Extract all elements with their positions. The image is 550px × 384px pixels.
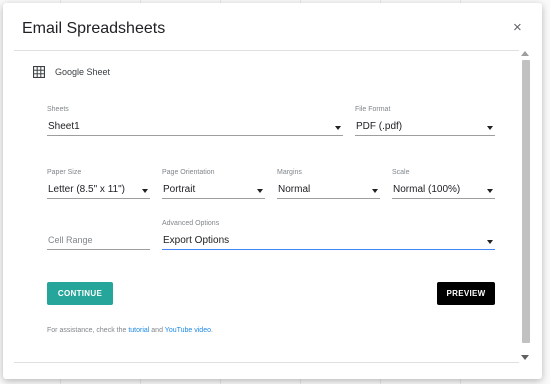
- page-orientation-field: Page Orientation Portrait: [162, 169, 265, 199]
- page-orientation-value: Portrait: [163, 184, 196, 195]
- dropdown-arrow-icon: [257, 189, 263, 193]
- scale-label: Scale: [392, 169, 410, 176]
- dialog-title: Email Spreadsheets: [22, 20, 166, 37]
- preview-button[interactable]: PREVIEW: [437, 282, 495, 305]
- dropdown-arrow-icon: [335, 126, 341, 130]
- file-format-field: File Format PDF (.pdf): [355, 106, 495, 136]
- margins-label: Margins: [277, 169, 302, 176]
- dropdown-arrow-icon: [487, 126, 493, 130]
- advanced-options-field: Advanced Options Export Options: [162, 220, 495, 250]
- paper-size-select[interactable]: Letter (8.5" x 11"): [47, 179, 150, 199]
- sheets-select[interactable]: Sheet1: [47, 116, 343, 136]
- dialog-content: Google Sheet Sheets Sheet1 File Format P…: [14, 50, 519, 363]
- paper-size-field: Paper Size Letter (8.5" x 11"): [47, 169, 150, 199]
- dropdown-arrow-icon: [487, 240, 493, 244]
- continue-button[interactable]: CONTINUE: [47, 282, 113, 305]
- help-prefix: For assistance, check the: [47, 327, 129, 334]
- scale-field: Scale Normal (100%): [392, 169, 495, 199]
- grid-icon: [33, 66, 45, 78]
- margins-value: Normal: [278, 184, 311, 195]
- file-format-label: File Format: [355, 106, 391, 113]
- page-orientation-select[interactable]: Portrait: [162, 179, 265, 199]
- scroll-up-arrow-icon[interactable]: [521, 51, 529, 56]
- cell-range-input[interactable]: Cell Range: [47, 230, 150, 250]
- sheet-name: Google Sheet: [55, 67, 111, 77]
- page-orientation-label: Page Orientation: [162, 169, 215, 176]
- sheets-label: Sheets: [47, 106, 69, 113]
- scale-value: Normal (100%): [393, 184, 461, 195]
- cell-range-field: Cell Range: [47, 220, 150, 250]
- advanced-options-value: Export Options: [163, 235, 230, 246]
- help-suffix: .: [210, 327, 213, 334]
- dropdown-arrow-icon: [487, 189, 493, 193]
- file-format-select[interactable]: PDF (.pdf): [355, 116, 495, 136]
- help-text: For assistance, check the tutorial and Y…: [47, 327, 213, 334]
- margins-select[interactable]: Normal: [277, 179, 380, 199]
- dropdown-arrow-icon: [372, 189, 378, 193]
- margins-field: Margins Normal: [277, 169, 380, 199]
- youtube-video-link[interactable]: YouTube video: [165, 327, 211, 334]
- help-middle: and: [149, 327, 165, 334]
- sheets-value: Sheet1: [48, 121, 80, 132]
- scroll-thumb[interactable]: [522, 60, 530, 343]
- advanced-options-select[interactable]: Export Options: [162, 230, 495, 250]
- sheets-field: Sheets Sheet1: [47, 106, 343, 136]
- advanced-options-label: Advanced Options: [162, 220, 220, 227]
- scroll-down-arrow-icon[interactable]: [521, 355, 529, 360]
- close-icon[interactable]: ×: [513, 20, 522, 36]
- paper-size-label: Paper Size: [47, 169, 82, 176]
- sheet-header: Google Sheet: [33, 66, 110, 78]
- paper-size-value: Letter (8.5" x 11"): [48, 184, 125, 195]
- file-format-value: PDF (.pdf): [356, 121, 403, 132]
- scale-select[interactable]: Normal (100%): [392, 179, 495, 199]
- dropdown-arrow-icon: [142, 189, 148, 193]
- cell-range-placeholder: Cell Range: [48, 235, 93, 245]
- tutorial-link[interactable]: tutorial: [128, 327, 149, 334]
- dialog-scrollbar[interactable]: [520, 50, 530, 362]
- email-spreadsheets-dialog: Email Spreadsheets × Google Sheet Sheets…: [3, 3, 542, 379]
